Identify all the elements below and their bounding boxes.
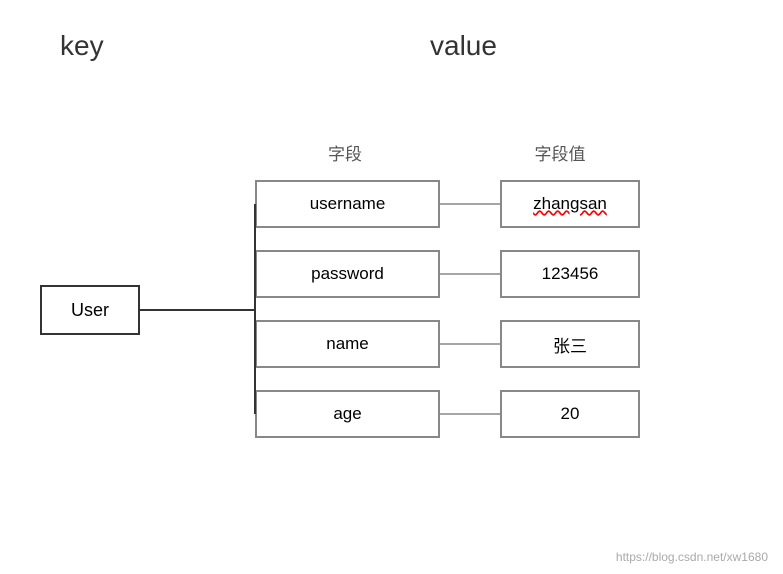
field-username-label: username: [310, 194, 386, 214]
value-password-box: 123456: [500, 250, 640, 298]
field-name-label: name: [326, 334, 369, 354]
field-password-box: password: [255, 250, 440, 298]
value-name-box: 张三: [500, 320, 640, 368]
entity-user-box: User: [40, 285, 140, 335]
value-username-box: zhangsan: [500, 180, 640, 228]
field-age-box: age: [255, 390, 440, 438]
col-header-value: 字段值: [520, 140, 600, 165]
value-age-label: 20: [561, 404, 580, 424]
field-username-box: username: [255, 180, 440, 228]
value-username-label: zhangsan: [533, 194, 607, 214]
value-age-box: 20: [500, 390, 640, 438]
col-header-field: 字段: [295, 140, 395, 165]
field-age-label: age: [333, 404, 361, 424]
value-label: value: [430, 30, 497, 62]
diagram-area: 字段 字段值 User username password name age z…: [0, 130, 783, 550]
watermark: https://blog.csdn.net/xw1680: [616, 550, 768, 564]
value-name-label: 张三: [553, 332, 587, 357]
field-password-label: password: [311, 264, 384, 284]
value-password-label: 123456: [542, 264, 599, 284]
field-name-box: name: [255, 320, 440, 368]
key-label: key: [60, 30, 104, 62]
entity-user-label: User: [71, 300, 109, 321]
